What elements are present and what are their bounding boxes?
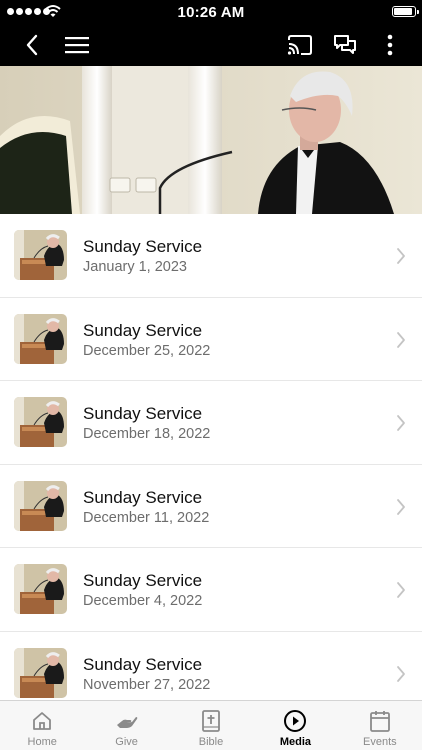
battery-icon: [392, 6, 419, 17]
sermon-title: Sunday Service: [83, 571, 203, 590]
back-arrow-icon: [26, 34, 38, 56]
cast-button[interactable]: [280, 24, 320, 66]
hero-image: [0, 66, 422, 214]
tab-bar: Home Give Bible Media Events: [0, 700, 422, 750]
list-item[interactable]: Sunday Service December 25, 2022: [0, 298, 422, 381]
tab-label: Events: [363, 736, 397, 748]
media-screen: 10:26 AM Sunday Service January 1, 2023 …: [0, 0, 422, 750]
tab-bible[interactable]: Bible: [169, 701, 253, 750]
home-icon: [30, 709, 54, 733]
sermon-thumbnail: [14, 480, 67, 531]
list-item[interactable]: Sunday Service December 4, 2022: [0, 548, 422, 632]
bible-icon: [199, 709, 223, 733]
tab-label: Media: [279, 736, 312, 748]
chevron-right-icon: [397, 665, 405, 682]
tab-label: Home: [27, 736, 57, 748]
more-vertical-icon: [387, 34, 393, 56]
nav-bar: [0, 24, 422, 66]
list-item[interactable]: Sunday Service December 11, 2022: [0, 465, 422, 548]
sermon-thumbnail: [14, 564, 67, 614]
more-options-button[interactable]: [370, 24, 410, 66]
chat-bubbles-icon: [334, 35, 356, 54]
tab-label: Bible: [198, 736, 224, 748]
sermon-date: December 11, 2022: [83, 509, 210, 526]
chevron-right-icon: [397, 248, 405, 264]
status-time: 10:26 AM: [177, 4, 245, 21]
sermon-title: Sunday Service: [83, 404, 203, 423]
sermon-title: Sunday Service: [83, 237, 203, 256]
sermon-title: Sunday Service: [83, 487, 203, 507]
sermon-date: January 1, 2023: [83, 259, 187, 275]
sermon-date: December 18, 2022: [83, 426, 211, 442]
tab-label: Give: [115, 736, 138, 748]
giving-hand-icon: [115, 709, 139, 733]
sermon-list: Sunday Service January 1, 2023 Sunday Se…: [0, 214, 422, 700]
sermon-thumbnail: [14, 647, 67, 698]
list-item[interactable]: Sunday Service November 27, 2022: [0, 632, 422, 701]
sermon-thumbnail: [14, 313, 67, 364]
chevron-right-icon: [397, 331, 405, 348]
tab-home[interactable]: Home: [0, 701, 84, 750]
cast-icon: [287, 35, 312, 55]
menu-button[interactable]: [57, 24, 97, 66]
chevron-right-icon: [397, 582, 405, 598]
sermon-date: December 4, 2022: [83, 593, 203, 609]
tab-give[interactable]: Give: [84, 701, 168, 750]
back-button[interactable]: [12, 24, 52, 66]
sermon-thumbnail: [14, 230, 67, 280]
tab-events[interactable]: Events: [338, 701, 422, 750]
play-circle-icon: [283, 709, 307, 733]
sermon-thumbnail: [14, 397, 67, 447]
tab-media[interactable]: Media: [253, 701, 337, 750]
chevron-right-icon: [397, 415, 405, 431]
list-item[interactable]: Sunday Service December 18, 2022: [0, 381, 422, 465]
sermon-title: Sunday Service: [83, 320, 203, 340]
sermon-date: November 27, 2022: [83, 676, 211, 693]
sermon-title: Sunday Service: [83, 654, 203, 674]
list-item[interactable]: Sunday Service January 1, 2023: [0, 214, 422, 298]
chevron-right-icon: [397, 498, 405, 515]
calendar-icon: [368, 709, 392, 733]
chat-button[interactable]: [325, 24, 365, 66]
sermon-date: December 25, 2022: [83, 342, 211, 359]
hamburger-menu-icon: [65, 37, 89, 54]
status-bar: 10:26 AM: [0, 0, 422, 24]
